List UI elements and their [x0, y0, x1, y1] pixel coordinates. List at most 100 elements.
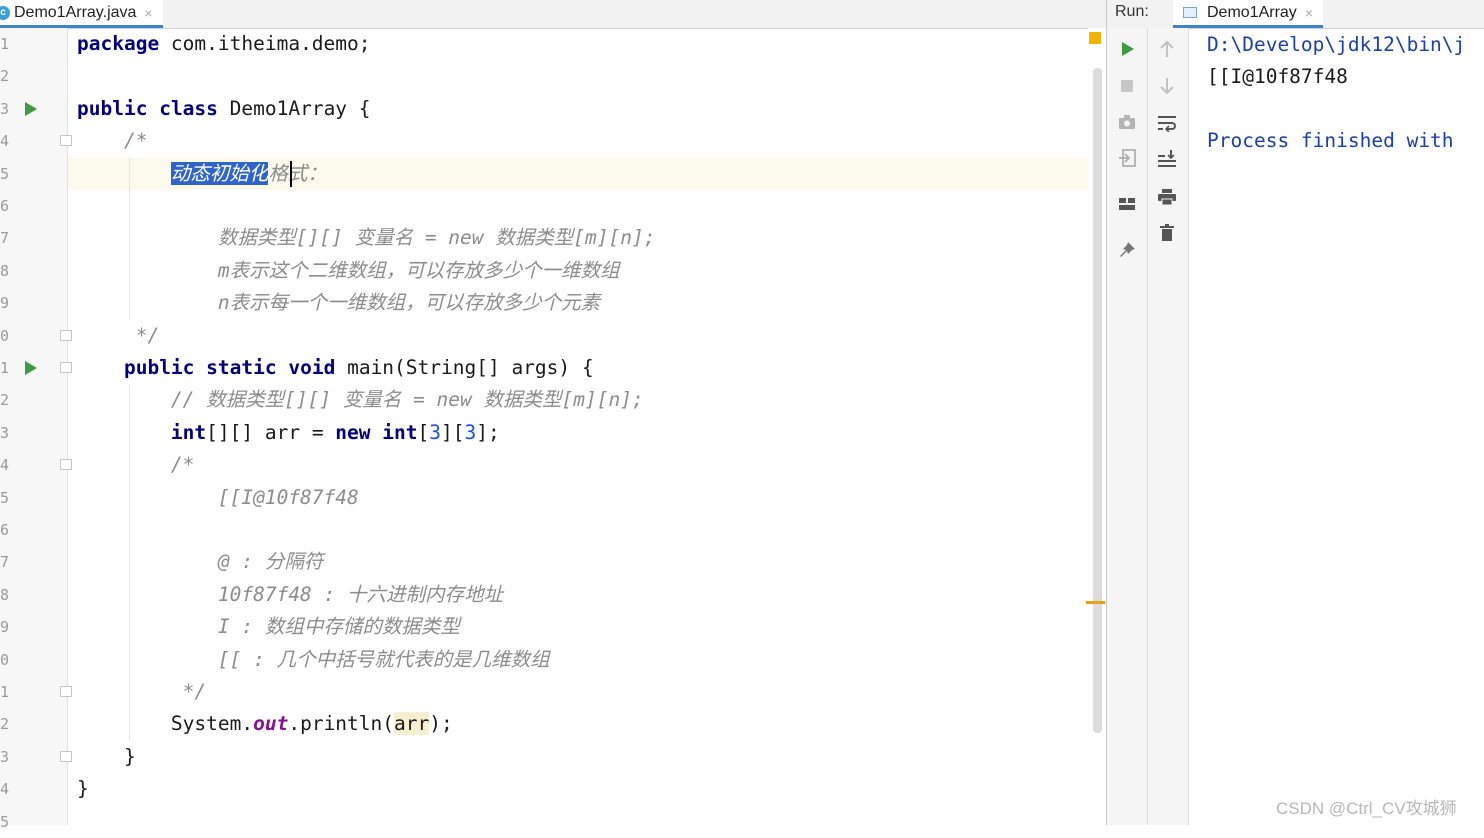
stop-icon[interactable] — [1115, 74, 1139, 98]
code-line[interactable]: /* — [77, 125, 148, 157]
code-line[interactable]: int[][] arr = new int[3][3]; — [77, 417, 500, 449]
line-number[interactable]: 3 — [0, 741, 14, 773]
arrow-up-icon[interactable] — [1155, 37, 1179, 61]
code-editor[interactable]: package com.itheima.demo; public class De… — [68, 28, 1105, 825]
arrow-down-icon[interactable] — [1155, 74, 1179, 98]
line-number[interactable]: 1 — [0, 676, 14, 708]
code-line[interactable]: 10f87f48 : 十六进制内存地址 — [77, 579, 503, 611]
keyword: int — [170, 420, 207, 444]
selected-text: 动态初始化 — [170, 161, 269, 185]
pin-icon[interactable] — [1115, 238, 1139, 262]
trash-icon[interactable] — [1155, 221, 1179, 245]
code-line[interactable]: n表示每一个一维数组，可以存放多少个元素 — [77, 287, 600, 319]
line-number[interactable]: 0 — [0, 644, 14, 676]
code-line[interactable]: [[ : 几个中括号就代表的是几维数组 — [77, 644, 550, 676]
editor-tab-label: Demo1Array.java — [14, 3, 137, 21]
warning-marker[interactable] — [1086, 601, 1105, 604]
code-line[interactable]: */ — [77, 676, 206, 708]
line-number[interactable]: 3 — [0, 93, 14, 125]
editor-scrollbar-thumb[interactable] — [1093, 68, 1102, 733]
code-token: ][ — [441, 420, 465, 444]
run-panel-title: Run: — [1115, 3, 1149, 20]
code-line[interactable]: [[I@10f87f48 — [77, 482, 359, 514]
comment: // 数据类型[][] 变量名 = new 数据类型[m][n]; — [170, 388, 644, 412]
keyword: public — [123, 356, 195, 379]
run-toolbar-right — [1148, 28, 1189, 825]
comment: m表示这个二维数组，可以存放多少个一维数组 — [77, 258, 620, 282]
editor-tab-bar: c Demo1Array.java × — [0, 0, 1106, 29]
line-number[interactable]: 1 — [0, 28, 14, 60]
line-number[interactable]: 9 — [0, 287, 14, 319]
import-icon[interactable] — [1115, 146, 1139, 170]
layout-icon[interactable] — [1115, 192, 1139, 216]
code-line[interactable]: m表示这个二维数组，可以存放多少个一维数组 — [77, 255, 620, 287]
code-line[interactable]: } — [77, 741, 136, 773]
comment: @ : 分隔符 — [77, 550, 324, 574]
comment: I : 数组中存储的数据类型 — [77, 615, 460, 639]
line-number[interactable]: 7 — [0, 222, 14, 254]
run-tool-window: Run: Demo1Array × D:\Develop\jdk12\bin\j… — [1106, 0, 1484, 825]
rerun-icon[interactable] — [1115, 37, 1139, 61]
keyword: package — [77, 32, 160, 55]
run-gutter-icon[interactable] — [25, 361, 37, 375]
line-number[interactable]: 4 — [0, 449, 14, 481]
code-token: 3 — [464, 420, 477, 444]
code-line[interactable]: @ : 分隔符 — [77, 546, 323, 578]
code-line[interactable]: 数据类型[][] 变量名 = new 数据类型[m][n]; — [77, 222, 656, 254]
line-number[interactable]: 7 — [0, 546, 14, 578]
print-icon[interactable] — [1155, 185, 1179, 209]
run-tab-label: Demo1Array — [1207, 3, 1297, 21]
comment: [[ : 几个中括号就代表的是几维数组 — [77, 647, 550, 671]
line-number[interactable]: 9 — [0, 611, 14, 643]
code-line[interactable]: package com.itheima.demo; — [77, 28, 371, 60]
line-number[interactable]: 1 — [0, 352, 14, 384]
keyword: static — [206, 356, 277, 379]
run-gutter-icon[interactable] — [25, 101, 37, 116]
java-class-icon: c — [0, 5, 10, 20]
code-line[interactable]: public class Demo1Array { — [77, 93, 371, 125]
keyword: public — [77, 96, 148, 120]
code-line[interactable]: I : 数组中存储的数据类型 — [77, 611, 460, 643]
editor-marker-strip[interactable] — [1086, 28, 1106, 825]
run-toolbar-left — [1107, 28, 1148, 825]
code-line[interactable]: // 数据类型[][] 变量名 = new 数据类型[m][n]; — [77, 384, 644, 416]
line-number[interactable]: 8 — [0, 579, 14, 611]
soft-wrap-icon[interactable] — [1155, 111, 1179, 135]
close-icon[interactable]: × — [1305, 5, 1313, 21]
editor-tab-demo1array[interactable]: c Demo1Array.java × — [0, 0, 163, 28]
console-line-process-finished: Process finished with — [1207, 129, 1454, 152]
close-icon[interactable]: × — [144, 5, 152, 21]
code-line[interactable]: } — [77, 773, 89, 805]
code-line[interactable]: /* — [77, 449, 195, 481]
line-number[interactable]: 2 — [0, 384, 14, 416]
line-number[interactable]: 2 — [0, 708, 14, 740]
code-token: main(String[] args) { — [335, 356, 594, 379]
camera-icon[interactable] — [1115, 110, 1139, 134]
line-number[interactable]: 0 — [0, 320, 14, 352]
console-output[interactable]: D:\Develop\jdk12\bin\j [[I@10f87f48 Proc… — [1207, 28, 1484, 825]
line-number[interactable]: 5 — [0, 158, 14, 190]
code-line[interactable]: public static void main(String[] args) { — [77, 352, 594, 384]
line-number[interactable]: 3 — [0, 417, 14, 449]
line-number[interactable]: 4 — [0, 125, 14, 157]
line-number[interactable]: 6 — [0, 190, 14, 222]
line-number[interactable]: 6 — [0, 514, 14, 546]
line-number[interactable]: 8 — [0, 255, 14, 287]
watermark: CSDN @Ctrl_CV攻城狮 — [1276, 799, 1457, 818]
code-token: [][] arr = — [206, 420, 336, 444]
comment: 格式： — [268, 161, 327, 185]
line-number[interactable]: 2 — [0, 60, 14, 92]
line-number[interactable]: 4 — [0, 773, 14, 805]
code-line[interactable]: System.out.println(arr); — [77, 708, 453, 740]
line-number[interactable]: 5 — [0, 806, 14, 838]
inspection-warning-icon[interactable] — [1089, 32, 1101, 44]
scroll-to-end-icon[interactable] — [1155, 147, 1179, 171]
highlighted-variable: arr — [394, 712, 430, 736]
line-number[interactable]: 5 — [0, 482, 14, 514]
keyword: class — [159, 96, 218, 120]
code-line[interactable]: */ — [77, 320, 160, 352]
run-tab-demo1array[interactable]: Demo1Array × — [1173, 0, 1323, 28]
